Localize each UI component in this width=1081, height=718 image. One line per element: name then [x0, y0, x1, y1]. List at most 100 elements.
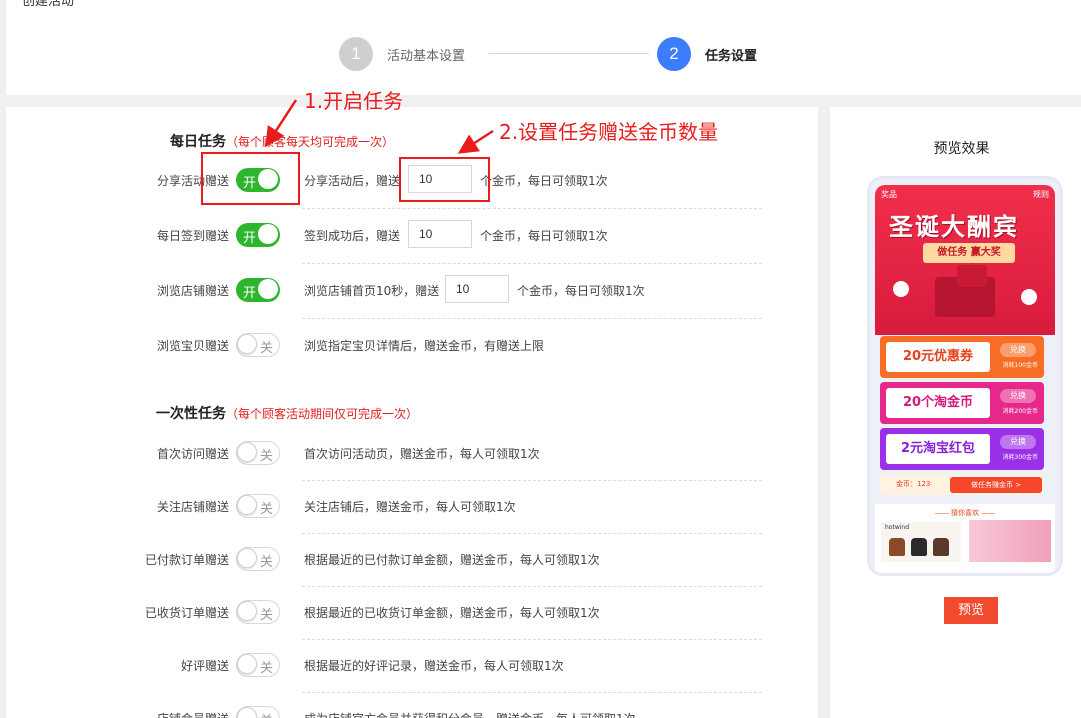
coupon-card: 20个淘金币 兑换 消耗200金币 [880, 382, 1044, 424]
task-toggle-browse-shop[interactable]: 开 [236, 278, 280, 302]
toggle-knob [237, 601, 257, 621]
bag-icon [889, 538, 905, 556]
task-row-good-review: 好评赠送 关 根据最近的好评记录，赠送金币，每人可领取1次 [6, 650, 818, 680]
task-row-browse-shop: 浏览店铺赠送 开 浏览店铺首页10秒，赠送 个金币，每日可领取1次 [6, 275, 818, 305]
task-toggle-good-review[interactable]: 关 [236, 653, 280, 677]
toggle-knob [237, 442, 257, 462]
task-toggle-browse-item[interactable]: 关 [236, 333, 280, 357]
task-row-checkin: 每日签到赠送 开 签到成功后，赠送 个金币，每日可领取1次 [6, 220, 818, 250]
row-divider [302, 692, 762, 693]
bag-icon [933, 538, 949, 556]
phone-preview: 奖品 规则 圣诞大酬宾 做任务 赢大奖 20元优惠券 兑换 消耗100金币 20… [867, 176, 1063, 576]
step-basic-settings[interactable]: 1 活动基本设置 [339, 37, 465, 71]
once-task-title: 一次性任务（每个顾客活动期间仅可完成一次） [156, 403, 418, 423]
preview-title: 预览效果 [933, 141, 990, 157]
coin-balance: 金币：123 [896, 480, 931, 488]
task-toggle-first-visit[interactable]: 关 [236, 441, 280, 465]
page-title: 创建活动 [22, 0, 75, 9]
brand-logo: hotwind [885, 524, 910, 531]
snowman-icon [1021, 289, 1037, 305]
toggle-knob [237, 334, 257, 354]
bag-icon [911, 538, 927, 556]
task-row-paid-order: 已付款订单赠送 关 根据最近的已付款订单金额，赠送金币，每人可领取1次 [6, 544, 818, 574]
section-heading: 一次性任务 [156, 406, 226, 422]
daily-task-title: 每日任务（每个顾客每天均可完成一次） [170, 131, 394, 151]
task-toggle-checkin[interactable]: 开 [236, 223, 280, 247]
annotation-box-input [399, 157, 490, 202]
toggle-knob [258, 279, 278, 299]
toggle-text: 关 [259, 608, 273, 623]
coupon-text: 2元淘宝红包 [886, 434, 990, 464]
task-desc: 浏览店铺首页10秒，赠送 [304, 284, 440, 298]
task-toggle-received-order[interactable]: 关 [236, 600, 280, 624]
toggle-text: 关 [259, 555, 273, 570]
task-label: 首次访问赠送 [156, 447, 229, 461]
coin-bar: 金币：123 做任务赚金币 > [880, 475, 1044, 495]
task-row-shop-member: 店铺会员赠送 关 成为店铺官方会员并获得积分会员，赠送金币，每人可领取1次 [6, 703, 818, 718]
task-label: 好评赠送 [180, 659, 229, 673]
task-label: 浏览店铺赠送 [156, 284, 229, 298]
task-row-browse-item: 浏览宝贝赠送 关 浏览指定宝贝详情后，赠送金币，有赠送上限 [6, 330, 818, 360]
task-label: 每日签到赠送 [156, 229, 229, 243]
toggle-text: 关 [259, 449, 273, 464]
annotation-box-toggle [201, 152, 300, 205]
toggle-knob [237, 548, 257, 568]
preview-panel: 预览效果 奖品 规则 圣诞大酬宾 做任务 赢大奖 20元优惠券 兑换 消耗100… [830, 107, 1081, 718]
step-number: 1 [339, 37, 373, 71]
coupon-card: 20元优惠券 兑换 消耗100金币 [880, 336, 1044, 378]
banner-title: 圣诞大酬宾 [889, 213, 1019, 241]
task-toggle-follow-shop[interactable]: 关 [236, 494, 280, 518]
task-desc: 首次访问活动页，赠送金币，每人可领取1次 [304, 447, 540, 461]
toggle-knob [258, 224, 278, 244]
toggle-text: 开 [243, 286, 257, 301]
task-row-received-order: 已收货订单赠送 关 根据最近的已收货订单金额，赠送金币，每人可领取1次 [6, 597, 818, 627]
task-toggle-paid-order[interactable]: 关 [236, 547, 280, 571]
steps-panel: 创建活动 1 活动基本设置 2 任务设置 [6, 0, 1081, 95]
task-desc: 根据最近的已付款订单金额，赠送金币，每人可领取1次 [304, 553, 600, 567]
step-connector [489, 53, 649, 54]
coupon-cost: 消耗300金币 [1002, 454, 1038, 461]
recommend-section: —— 猜你喜欢 —— hotwind [875, 504, 1055, 573]
task-suffix: 个金币，每日可领取1次 [480, 174, 608, 188]
task-desc: 关注店铺后，赠送金币，每人可领取1次 [304, 500, 516, 514]
task-desc: 签到成功后，赠送 [304, 229, 401, 243]
coupon-cost: 消耗100金币 [1002, 362, 1038, 369]
task-label: 已付款订单赠送 [144, 553, 229, 567]
task-desc: 根据最近的已收货订单金额，赠送金币，每人可领取1次 [304, 606, 600, 620]
toggle-knob [237, 707, 257, 718]
prize-link: 奖品 [881, 190, 897, 199]
task-desc: 分享活动后，赠送 [304, 174, 401, 188]
annotation-step2: 2.设置任务赠送金币数量 [499, 120, 719, 144]
rules-link: 规则 [1033, 190, 1049, 199]
task-label: 已收货订单赠送 [144, 606, 229, 620]
row-divider [302, 263, 762, 264]
row-divider [302, 318, 762, 319]
task-label: 店铺会员赠送 [157, 710, 229, 718]
toggle-text: 开 [243, 231, 257, 246]
row-divider [302, 533, 762, 534]
row-divider [302, 639, 762, 640]
task-row-follow-shop: 关注店铺赠送 关 关注店铺后，赠送金币，每人可领取1次 [6, 491, 818, 521]
toggle-text: 关 [259, 502, 273, 517]
task-suffix: 个金币，每日可领取1次 [517, 284, 645, 298]
task-desc: 根据最近的好评记录，赠送金币，每人可领取1次 [304, 659, 564, 673]
annotation-step1: 1.开启任务 [304, 89, 404, 113]
task-toggle-shop-member[interactable]: 关 [236, 706, 280, 718]
redeem-button: 兑换 [1000, 343, 1036, 357]
toggle-knob [237, 495, 257, 515]
coin-amount-input-browse-shop[interactable] [445, 275, 509, 303]
coupon-text: 20元优惠券 [886, 342, 990, 372]
step-label: 任务设置 [705, 48, 758, 64]
preview-button[interactable]: 预览 [944, 597, 998, 624]
gift-box-icon [957, 265, 987, 287]
task-suffix: 个金币，每日可领取1次 [480, 229, 608, 243]
preview-banner: 奖品 规则 圣诞大酬宾 做任务 赢大奖 [875, 185, 1055, 335]
step-task-settings[interactable]: 2 任务设置 [657, 37, 757, 71]
coin-amount-input-checkin[interactable] [408, 220, 472, 248]
coupon-text: 20个淘金币 [886, 388, 990, 418]
section-hint: （每个顾客每天均可完成一次） [226, 135, 395, 149]
task-desc: 成为店铺官方会员并获得积分会员，赠送金币，每人可领取1次 [304, 710, 636, 718]
section-hint: （每个顾客活动期间仅可完成一次） [226, 407, 419, 421]
row-divider [302, 208, 762, 209]
redeem-button: 兑换 [1000, 435, 1036, 449]
